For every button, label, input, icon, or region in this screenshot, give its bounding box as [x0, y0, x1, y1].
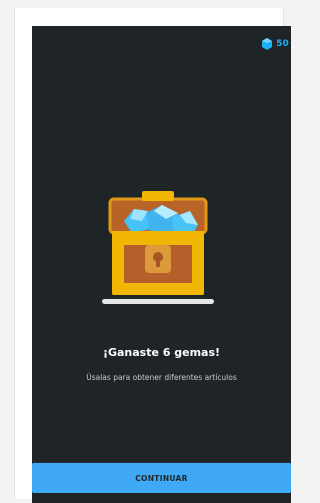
gem-count: 50	[276, 39, 289, 49]
treasure-chest-icon	[102, 191, 214, 304]
reward-title: ¡Ganaste 6 gemas!	[102, 346, 221, 359]
reward-subtitle: Úsalas para obtener diferentes artículos	[86, 373, 237, 382]
continue-button[interactable]: CONTINUAR	[32, 463, 291, 493]
gem-counter[interactable]: 50	[262, 38, 291, 50]
reward-screen: 50 ¡Ganaste 6 gemas! Úsalas para obtener…	[32, 26, 291, 503]
gem-icon	[262, 38, 273, 50]
